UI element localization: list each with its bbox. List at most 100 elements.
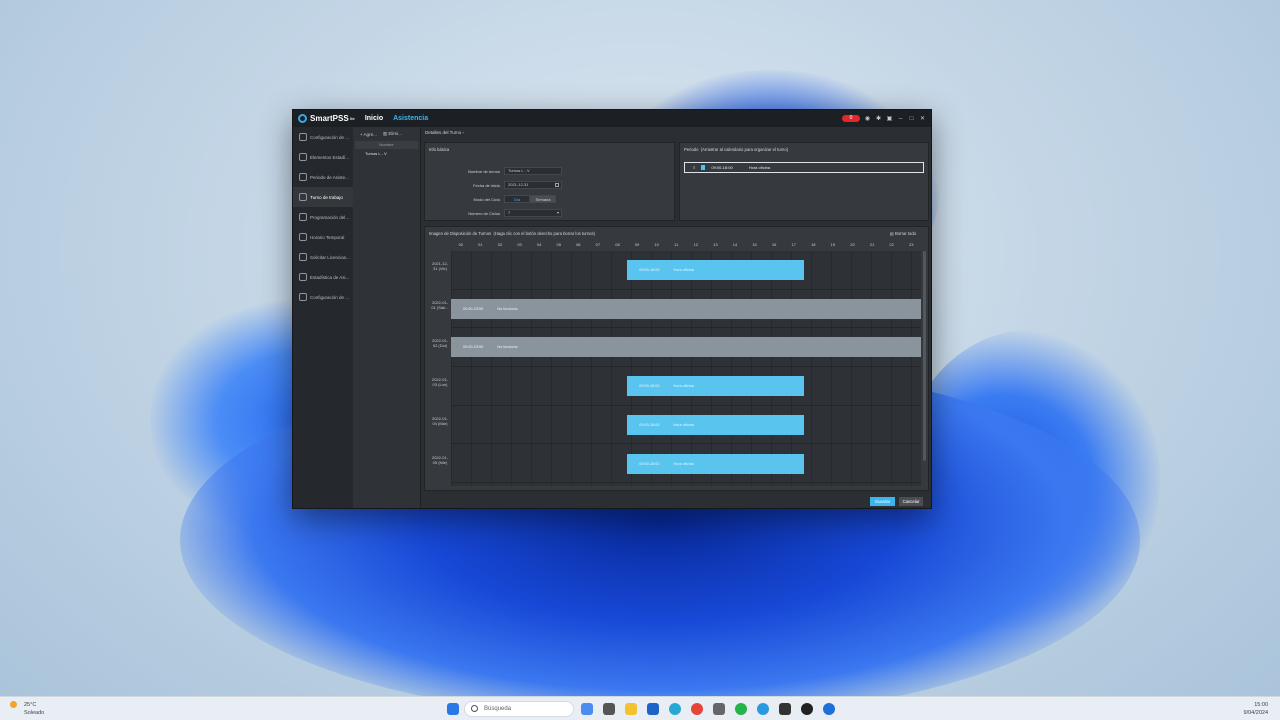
sidebar-item-licencias[interactable]: Solicitar Licencias... [293,247,353,267]
shift-time: 09:00-18:00 [639,268,660,272]
day-row[interactable]: 2022-01-03 (Lun) 09:00-18:00 Hora oficina [432,367,921,406]
mode-day-option[interactable]: Día [504,195,530,203]
sidebar-item-horario[interactable]: Horario Temporal [293,227,353,247]
sidebar-item-label: Periodo de Asiste... [310,174,349,180]
sidebar-item-programacion[interactable]: Programación del... [293,207,353,227]
lock-icon[interactable]: ▣ [886,115,893,122]
mode-label: Modo del Ciclo [473,196,500,202]
shift-block-work[interactable]: 09:00-18:00 Hora oficina [627,260,804,280]
gear-icon[interactable]: ✱ [875,115,882,122]
title-bar: SmartPSS lite Inicio Asistencia 0 ◉ ✱ ▣ … [293,110,931,127]
hour-label: 23 [908,242,914,247]
drag-handle-icon[interactable]: ≡ [693,165,695,170]
sidebar-item-elementos[interactable]: Elementos Estadí... [293,147,353,167]
camera-icon[interactable] [779,703,791,715]
hour-label: 05 [556,242,561,247]
snipping-icon[interactable] [713,703,725,715]
schedule-label: Imagen de Disposición de Turnos [429,231,492,236]
periodo-title: Periodo (Arrastrar al calendario para or… [680,143,928,156]
cycles-value: 7 [508,210,511,215]
delete-button[interactable]: ▥ Elimi... [383,131,402,137]
day-row[interactable]: 2021-12-31 (Vie) 09:00-18:00 Hora oficina [432,251,921,290]
shift-name: No funciona [497,306,518,311]
schedule-icon [299,213,307,221]
shift-time: 00:00-23:59 [463,306,484,311]
sidebar-item-label: Configuración de ... [310,134,350,140]
system-clock[interactable]: 15:00 9/04/2024 [1244,701,1268,717]
clock-time: 15:00 [1254,702,1268,708]
sidebar-item-label: Elementos Estadí... [310,154,350,160]
weather-text: Soleado [24,710,45,716]
day-row[interactable]: 2022-01-02 (Dol) 00:00-23:59 No funciona [432,328,921,368]
sidebar-item-config[interactable]: Configuración de ... [293,127,353,147]
sidebar-item-periodo[interactable]: Periodo de Asiste... [293,167,353,187]
weather-widget[interactable]: 25°C Soleado [10,701,45,717]
save-button[interactable]: Guardar [870,497,895,506]
list-item[interactable]: Turnos L - V [353,149,420,158]
hour-label: 21 [869,242,875,247]
day-label: 2022-01-03 (Lun) [431,377,448,388]
obs-icon[interactable] [801,703,813,715]
sidebar-item-config-2[interactable]: Configuración de ... [293,287,353,307]
start-icon[interactable] [447,703,459,715]
whatsapp-icon[interactable] [735,703,747,715]
shift-block-work[interactable]: 09:00-18:00 Hora oficina [627,376,804,397]
app-icon[interactable] [757,703,769,715]
day-row[interactable]: 2022-01-04 (Mar) 09:00-18:00 Hora oficina [432,406,921,445]
sidebar-item-label: Configuración de ... [310,294,350,300]
chevron-down-icon: ▾ [556,210,559,215]
user-icon[interactable]: ◉ [864,115,871,122]
clock-date: 9/04/2024 [1243,710,1268,716]
hour-label: 02 [497,242,503,247]
day-row[interactable]: 2022-01-01 (Sáb... 00:00-23:59 No funciona [431,290,921,329]
hour-label: 18 [811,242,816,247]
schedule-grid[interactable]: 00 01 02 03 04 05 06 07 08 09 10 11 12 13 14 15 16 17 18 19… [431,241,926,486]
tab-inicio[interactable]: Inicio [365,115,383,122]
edge-icon[interactable] [669,703,681,715]
search-icon [471,705,478,712]
smartpss-taskbar-icon[interactable] [823,703,835,715]
cycles-select[interactable]: 7 ▾ [504,209,562,217]
add-button[interactable]: + Agre... [360,132,377,137]
mode-week-option[interactable]: Semana [530,195,556,203]
close-icon[interactable]: ✕ [919,115,926,122]
shift-block-off[interactable]: 00:00-23:59 No funciona [451,337,921,358]
breadcrumb-label: Detalles del Turno [425,130,462,135]
tab-asistencia[interactable]: Asistencia [393,115,428,122]
hour-label: 03 [517,242,522,247]
start-date-field[interactable]: 2021-12-31 [504,181,562,189]
column-header-nombre[interactable]: Nombre [355,141,418,149]
calendar-icon[interactable] [555,183,559,187]
minimize-icon[interactable]: – [897,116,904,122]
shift-block-work[interactable]: 09:00-18:00 Hora oficina [627,414,804,435]
sidebar-item-turno[interactable]: Turno de trabajo [293,187,353,207]
cancel-button[interactable]: Cancelar [899,497,923,506]
explorer-icon[interactable] [625,703,637,715]
shift-block-work[interactable]: 09:00-18:00 Hora oficina [627,453,804,474]
outlook-icon[interactable] [647,703,659,715]
task-view-icon[interactable] [603,703,615,715]
scrollbar[interactable] [923,251,926,461]
maximize-icon[interactable]: □ [908,116,915,122]
clear-all-button[interactable]: ▤ Borrar todo [890,231,916,236]
hour-label: 19 [830,242,836,247]
sidebar-item-estadistica[interactable]: Estadística de Asi... [293,267,353,287]
shift-time: 09:00-18:00 [639,384,660,389]
record-indicator[interactable]: 0 [842,115,860,122]
shift-name: Hora oficina [673,384,694,389]
shift-name: Hora oficina [673,461,694,466]
shift-block-off[interactable]: 00:00-23:59 No funciona [451,298,921,319]
hour-label: 07 [595,242,601,247]
shift-name-field[interactable]: Turnos L - V [504,167,562,175]
sun-icon [10,701,17,708]
search-box[interactable]: Búsqueda [464,701,574,717]
hour-label: 06 [576,242,581,247]
config-icon [299,133,307,141]
smartpss-logo-icon [298,114,307,123]
day-row[interactable]: 2022-01-05 (Mie) 09:00-18:00 Hora oficina [432,445,921,484]
copilot-icon[interactable] [581,703,593,715]
chrome-icon[interactable] [691,703,703,715]
schedule-body[interactable]: 2021-12-31 (Vie) 09:00-18:00 Hora oficina 2… [431,251,921,486]
period-item[interactable]: ≡ 09:00-18:00 Hora oficina [684,162,924,173]
stats-icon [299,153,307,161]
